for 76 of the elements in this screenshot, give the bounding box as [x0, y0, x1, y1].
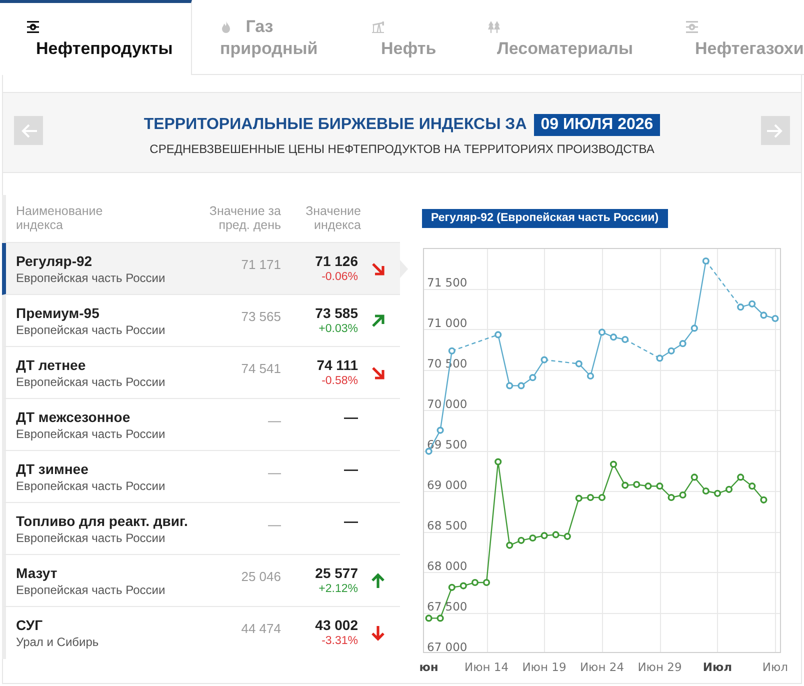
index-value: 25 577 [315, 565, 358, 582]
index-value: — [344, 513, 358, 530]
previous-value: 25 046 [241, 568, 281, 585]
next-button[interactable] [760, 116, 790, 145]
index-name: Регуляр-92 [16, 253, 92, 270]
previous-button[interactable] [14, 116, 43, 145]
arrow-right-icon [767, 124, 784, 138]
index-value: — [344, 461, 358, 478]
previous-value: 71 171 [241, 256, 281, 273]
previous-value: — [268, 412, 281, 429]
change-percent: -0.58% [322, 374, 358, 389]
index-region: Европейская часть России [16, 582, 166, 598]
index-name: ДТ межсезонное [16, 409, 130, 426]
index-name: Топливо для реакт. двиг. [16, 513, 188, 530]
axis-tick-label: 68 000 [427, 559, 468, 573]
subtitle: СРЕДНЕВЗВЕШЕННЫЕ ЦЕНЫ НЕФТЕПРОДУКТОВ НА ТЕРРИТОРИЯХ ПРОИЗВОДСТВА [150, 141, 654, 157]
table-row[interactable]: ДТ летнее Европейская часть России 74 541 74 111 -0.58% [2, 347, 400, 399]
column-header: Наименование индекса [16, 204, 104, 232]
table-row[interactable]: ДТ межсезонное Европейская часть России — — [2, 399, 400, 451]
table-row[interactable]: Топливо для реакт. двиг. Европейская часть России — — [2, 503, 400, 555]
index-value: 74 111 [316, 357, 358, 374]
index-region: Урал и Сибирь [16, 634, 99, 650]
fir-trees-icon [488, 21, 500, 33]
tank-icon [686, 21, 698, 33]
previous-value: 74 541 [241, 360, 281, 377]
index-region: Европейская часть России [16, 478, 166, 494]
flame-icon [220, 21, 232, 33]
axis-tick-label: 71 000 [427, 316, 468, 330]
column-header: Значение индекса [304, 204, 361, 232]
index-value: 43 002 [315, 617, 358, 634]
previous-value: 73 565 [241, 308, 281, 325]
index-region: Европейская часть России [16, 374, 166, 390]
index-name: СУГ [16, 617, 43, 634]
table-row[interactable]: Премиум-95 Европейская часть России 73 565 73 585 +0.03% [2, 295, 400, 347]
previous-value: — [268, 516, 281, 533]
axis-tick-label: Июн 14 [464, 660, 509, 674]
axis-tick-label: Июл [762, 660, 788, 674]
axis-tick-label: Июл [702, 660, 732, 674]
change-percent: -3.31% [322, 634, 358, 649]
date-badge: 09 ИЮЛЯ 2026 [534, 114, 660, 136]
index-value: 71 126 [315, 253, 358, 270]
index-name: Премиум-95 [16, 305, 100, 322]
index-value: 73 585 [315, 305, 358, 322]
index-value: — [344, 409, 358, 426]
index-name: ДТ летнее [16, 357, 86, 374]
axis-tick-label: 67 500 [427, 600, 468, 614]
table-row[interactable]: Мазут Европейская часть России 25 046 25 577 +2.12% [2, 555, 400, 607]
change-percent: +0.03% [318, 322, 358, 337]
axis-tick-label: Июн 19 [522, 660, 566, 674]
tab[interactable]: Нефтепродукты [0, 0, 192, 75]
previous-value: 44 474 [241, 620, 281, 637]
section-title: ТЕРРИТОРИАЛЬНЫЕ БИРЖЕВЫЕ ИНДЕКСЫ ЗА [144, 115, 527, 135]
table-row[interactable]: СУГ Урал и Сибирь 44 474 43 002 -3.31% [2, 607, 400, 659]
index-region: Европейская часть России [16, 270, 166, 286]
axis-tick-label: 67 000 [427, 640, 468, 654]
tank-icon [27, 21, 39, 33]
axis-tick-label: 70 000 [427, 397, 468, 411]
axis-tick-label: 69 000 [427, 478, 468, 492]
table-row[interactable]: ДТ зимнее Европейская часть России — — [2, 451, 400, 503]
change-percent: -0.06% [322, 270, 358, 285]
previous-value: — [268, 464, 281, 481]
index-region: Европейская часть России [16, 426, 166, 442]
index-name: ДТ зимнее [16, 461, 88, 478]
index-name: Мазут [16, 565, 58, 582]
chart-title: Регуляр-92 (Европейская часть России) [422, 209, 668, 228]
axis-tick-label: Июн 24 [580, 660, 624, 674]
pump-jack-icon [372, 21, 384, 33]
axis-tick-label: Июн 29 [638, 660, 682, 674]
arrow-left-icon [20, 124, 36, 138]
axis-tick-label: 68 500 [427, 518, 468, 532]
axis-tick-label: юн [419, 660, 438, 674]
change-percent: +2.12% [318, 582, 358, 597]
index-region: Европейская часть России [16, 530, 166, 546]
column-header: Значение за пред. день [208, 204, 281, 232]
axis-tick-label: 71 500 [427, 276, 468, 290]
index-region: Европейская часть России [16, 322, 166, 338]
